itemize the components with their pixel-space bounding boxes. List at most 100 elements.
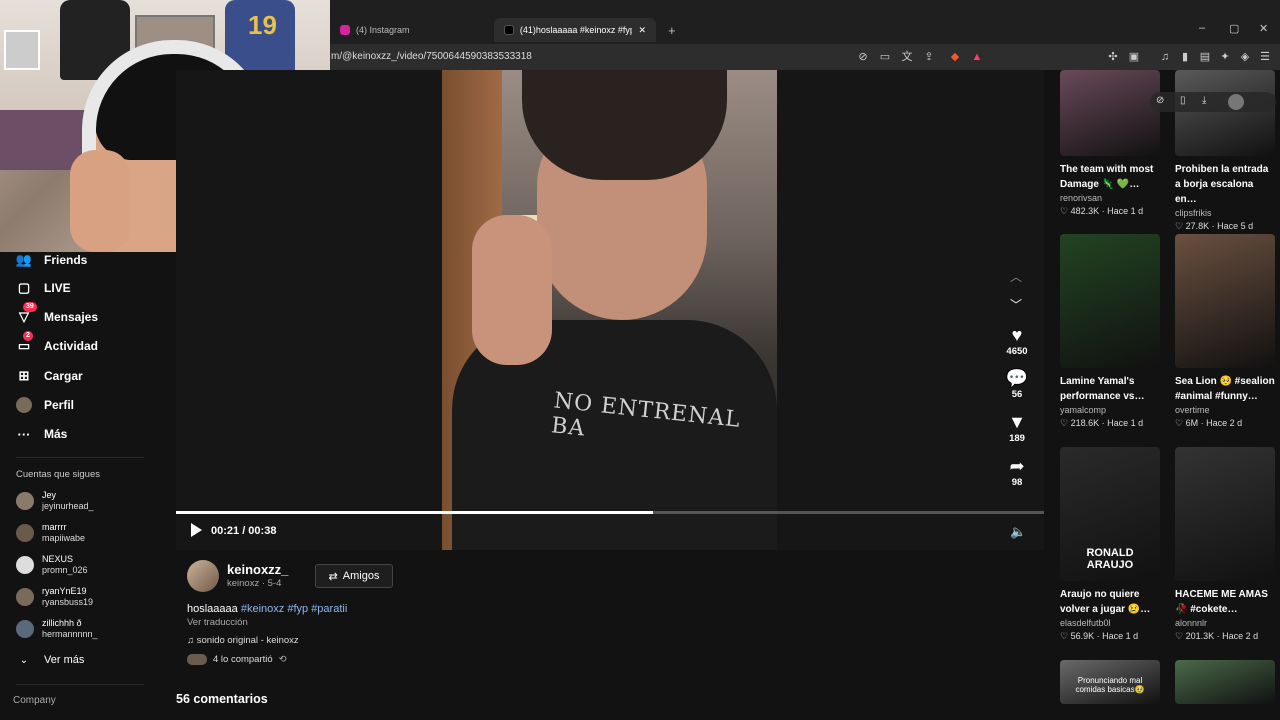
sound-link[interactable]: ♫ sonido original - keinoxz (187, 635, 299, 646)
new-tab-button[interactable]: + (658, 18, 682, 42)
next-video-icon[interactable]: ﹀ (1010, 296, 1022, 313)
comments-count: 56 comentarios (176, 692, 268, 706)
like-button[interactable]: ♥ 4650 (996, 325, 1038, 357)
url-field[interactable]: m/@keinoxzz_/video/7500644590383533318 (331, 51, 532, 62)
hashtag[interactable]: #paratii (311, 603, 347, 615)
video-thumbnail[interactable] (1175, 660, 1275, 704)
play-icon[interactable] (191, 523, 202, 537)
card-title[interactable]: The team with most Damage 🦎 💚… (1060, 162, 1160, 192)
recommended-card[interactable]: HACEME ME AMAS 🥀 #cokete… alonnnlr ♡ 201.3… (1175, 447, 1275, 642)
minimize-icon[interactable]: – (1199, 22, 1205, 34)
menu-icon[interactable]: ☰ (1258, 50, 1272, 64)
mute-tab-icon[interactable]: ⊘ (856, 50, 870, 64)
video-thumbnail[interactable]: Pronunciando mal comidas basicas🥹 (1060, 660, 1160, 704)
friends-button[interactable]: ⇄ Amigos (315, 564, 393, 588)
music-icon[interactable]: ♫ (1158, 50, 1172, 64)
card-user[interactable]: clipsfrikis (1175, 208, 1275, 218)
card-age: Hace 1 d (1102, 631, 1139, 641)
translate-icon[interactable]: 文 (900, 50, 914, 64)
avatar (16, 588, 34, 606)
close-window-icon[interactable]: ✕ (1259, 22, 1268, 35)
sidebar-item-actividad[interactable]: ▭ 2 Actividad (16, 331, 98, 354)
card-user[interactable]: renorivsan (1060, 193, 1160, 203)
maximize-icon[interactable]: ▢ (1229, 22, 1239, 35)
volume-icon[interactable]: 🔈 (1010, 524, 1026, 540)
video-thumbnail[interactable]: RONALD ARAUJO (1060, 447, 1160, 581)
hashtag[interactable]: #fyp (287, 603, 308, 615)
extensions-icon[interactable]: ✣ (1106, 50, 1120, 64)
card-title[interactable]: HACEME ME AMAS 🥀 #cokete… (1175, 587, 1275, 617)
card-dot: · (1214, 631, 1223, 641)
video-thumbnail[interactable] (1060, 70, 1160, 156)
card-user[interactable]: yamalcomp (1060, 405, 1160, 415)
card-user[interactable]: alonnnlr (1175, 618, 1275, 628)
following-item[interactable]: ryanYnE19 ryansbuss19 (16, 586, 93, 608)
close-tab-icon[interactable]: ✕ (638, 25, 646, 36)
screenshot-icon[interactable]: ▣ (1127, 50, 1141, 64)
recommended-card[interactable]: The team with most Damage 🦎 💚… renorivsan… (1060, 70, 1160, 217)
wallet-icon[interactable]: ▤ (1198, 50, 1212, 64)
video-thumbnail[interactable] (1175, 234, 1275, 368)
see-more-button[interactable]: ⌄ Ver más (16, 652, 85, 668)
sidebar-item-perfil[interactable]: Perfil (16, 397, 74, 413)
ai-icon[interactable]: ✦ (1218, 50, 1232, 64)
previous-video-icon[interactable]: ︿ (1010, 268, 1022, 285)
hashtag[interactable]: #keinoxz (241, 603, 284, 615)
vpn-icon[interactable]: ◈ (1238, 50, 1252, 64)
translate-link[interactable]: Ver traducción (187, 617, 248, 628)
recommended-card[interactable]: Sea Lion 🥺 #sealion #animal #funny… overt… (1175, 234, 1275, 429)
card-likes: 6M (1185, 418, 1199, 428)
video-thumbnail[interactable] (1060, 234, 1160, 368)
card-title[interactable]: Sea Lion 🥺 #sealion #animal #funny… (1175, 374, 1275, 404)
pip-icon[interactable]: ⊘ (1156, 95, 1164, 106)
progress-bar[interactable] (176, 511, 1044, 514)
sidebar-item-mas[interactable]: ··· Más (16, 426, 68, 442)
avatar (16, 492, 34, 510)
tab-instagram[interactable]: (4) Instagram (330, 18, 492, 42)
following-item[interactable]: NEXUS promn_026 (16, 554, 88, 576)
heart-outline-icon: ♡ (1060, 418, 1071, 428)
sidebar-item-cargar[interactable]: ⊞ Cargar (16, 368, 83, 384)
card-age: Hace 2 d (1206, 418, 1243, 428)
video-thumbnail[interactable] (1175, 70, 1275, 156)
download-icon[interactable]: ⤓ (1202, 95, 1206, 106)
company-link[interactable]: Company (13, 695, 56, 706)
card-title[interactable]: Araujo no quiere volver a jugar 😢… (1060, 587, 1160, 617)
rewards-icon[interactable]: ▲ (970, 50, 984, 64)
following-item[interactable]: marrrr mapiiwabe (16, 522, 85, 544)
sidebar-toggle-icon[interactable]: ▮ (1178, 50, 1192, 64)
upload-icon: ⊞ (18, 368, 30, 383)
video-thumbnail[interactable] (1175, 447, 1275, 581)
recommended-card[interactable]: RONALD ARAUJO Araujo no quiere volver a j… (1060, 447, 1160, 642)
card-title[interactable]: Lamine Yamal's performance vs… (1060, 374, 1160, 404)
video-player[interactable]: NO ENTRENAL BA (442, 70, 777, 550)
bookmark-button[interactable]: ▼ 189 (996, 412, 1038, 444)
avatar[interactable] (1228, 94, 1244, 110)
sidebar-item-live[interactable]: ▢ LIVE (16, 280, 71, 296)
author-name[interactable]: keinoxzz_ (227, 562, 288, 577)
description-text: hoslaaaaa (187, 603, 238, 615)
sidebar-item-mensajes[interactable]: ▽ 39 Mensajes (16, 302, 99, 325)
card-stats: ♡ 27.8K · Hace 5 d (1175, 221, 1275, 232)
card-user[interactable]: overtime (1175, 405, 1275, 415)
comment-button[interactable]: 💬 56 (996, 368, 1038, 400)
share-page-icon[interactable]: ⇪ (922, 50, 936, 64)
author-avatar[interactable] (187, 560, 219, 592)
sidebar-item-label: Mensajes (44, 310, 99, 324)
following-item[interactable]: Jey jeyinurhead_ (16, 490, 94, 512)
tab-tiktok[interactable]: (41)hoslaaaaa #keinoxz #fyp #p… ✕ (494, 18, 656, 42)
following-item[interactable]: zillichhh ð hermannnnn_ (16, 618, 98, 640)
recommended-card[interactable]: Pronunciando mal comidas basicas🥹 (1060, 660, 1160, 704)
card-title[interactable]: Prohiben la entrada a borja escalona en… (1175, 162, 1275, 207)
recommended-card[interactable]: Lamine Yamal's performance vs… yamalcomp ♡… (1060, 234, 1160, 429)
card-age: Hace 1 d (1107, 418, 1144, 428)
shield-icon[interactable]: ◆ (948, 50, 962, 64)
card-user[interactable]: elasdelfutb0l (1060, 618, 1160, 628)
tab-title: (4) Instagram (356, 25, 410, 35)
sidebar-item-friends[interactable]: 👥 Friends (16, 252, 87, 268)
phone-icon[interactable]: ▯ (1180, 95, 1186, 106)
shared-by[interactable]: 4 lo compartió ⟲ (187, 654, 287, 665)
recommended-card[interactable] (1175, 660, 1275, 704)
share-button[interactable]: ➦ 98 (996, 456, 1038, 488)
cast-icon[interactable]: ▭ (878, 50, 892, 64)
